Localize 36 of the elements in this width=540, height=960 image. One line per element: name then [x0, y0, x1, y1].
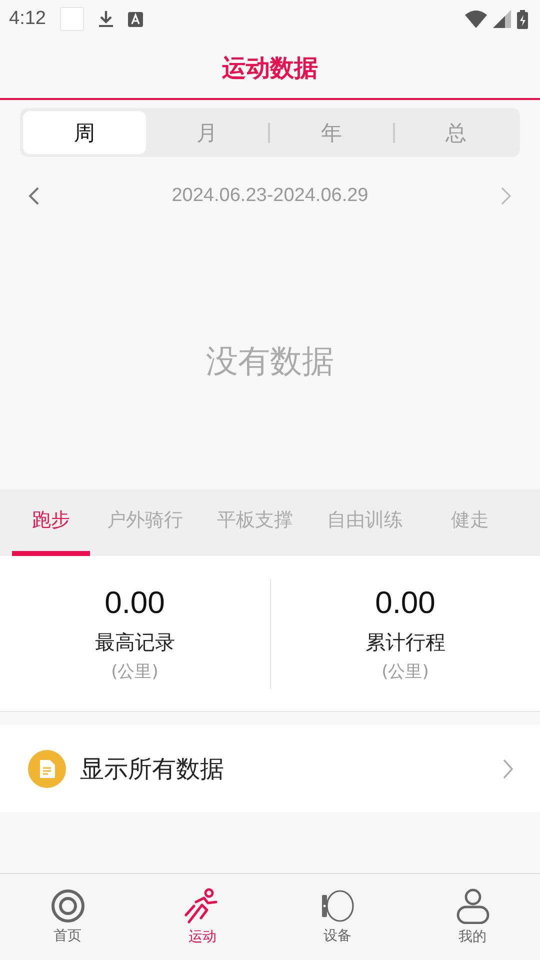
nav-tab[interactable]: 设备 [270, 874, 405, 960]
sport-tab[interactable]: 平板支撑 [206, 489, 304, 556]
nav-tab[interactable]: 我的 [405, 874, 540, 960]
sport-tab[interactable]: 户外骑行 [96, 489, 194, 556]
period-tab[interactable]: 月 [146, 111, 268, 154]
page-title: 运动数据 [222, 53, 318, 84]
nav-tab[interactable]: 首页 [0, 874, 135, 960]
empty-message: 没有数据 [206, 341, 334, 382]
person-icon [456, 888, 490, 924]
stat-label: 最高记录 [94, 628, 175, 656]
nav-tab[interactable]: 运动 [135, 874, 270, 960]
chevron-right-icon [502, 758, 514, 780]
previous-icon[interactable] [28, 186, 40, 206]
stat-value: 0.00 [104, 584, 165, 620]
period-tab[interactable]: 周 [23, 111, 146, 154]
stat-unit: (公里) [111, 660, 158, 682]
watch-icon [320, 889, 354, 923]
stat-unit: (公里) [382, 660, 429, 682]
battery-icon [517, 10, 528, 28]
stat-value: 0.00 [375, 584, 436, 620]
status-time: 4:12 [9, 8, 46, 30]
sport-tab[interactable]: 健走 [440, 489, 489, 556]
document-icon [28, 750, 66, 788]
download-icon [98, 10, 114, 28]
wifi-icon [465, 10, 487, 28]
stat-label: 累计行程 [365, 628, 446, 656]
signal-icon [493, 10, 511, 28]
period-tab[interactable]: 总 [394, 111, 517, 154]
notification-icon [60, 7, 84, 31]
target-icon [50, 889, 84, 923]
period-tab[interactable]: 年 [270, 111, 392, 154]
sport-tab[interactable]: 自由训练 [316, 489, 414, 556]
show-all-label: 显示所有数据 [80, 754, 225, 784]
date-range: 2024.06.23-2024.06.29 [172, 185, 368, 207]
font-icon [128, 12, 143, 26]
show-all-row[interactable]: 显示所有数据 [0, 725, 540, 812]
